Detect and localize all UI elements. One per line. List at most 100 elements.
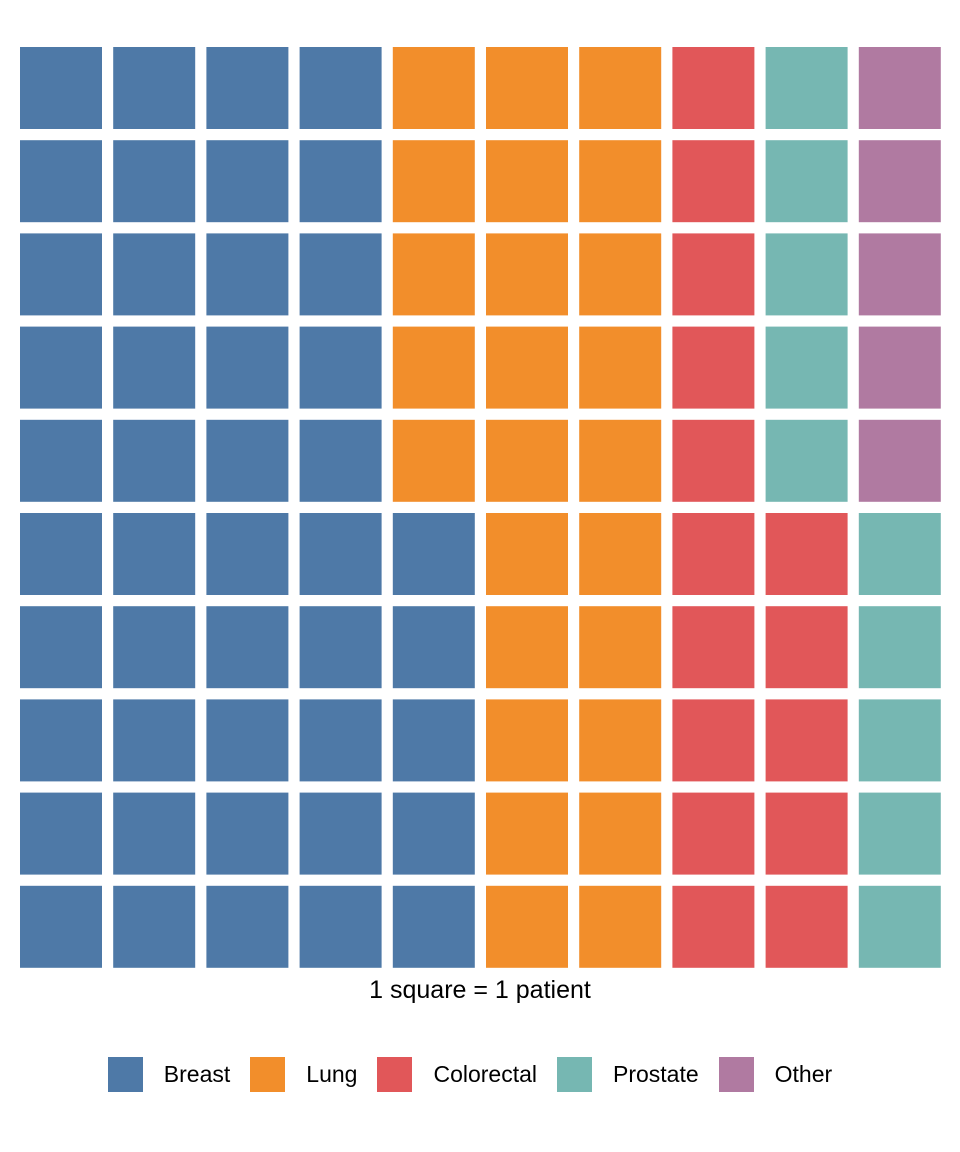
waffle-square-breast: [206, 513, 289, 595]
legend-item-breast: Breast: [107, 1056, 250, 1092]
waffle-square-prostate: [858, 885, 941, 968]
waffle-square-other: [858, 419, 941, 502]
waffle-square-breast: [20, 47, 102, 129]
waffle-square-breast: [113, 419, 196, 502]
waffle-square-breast: [392, 513, 475, 595]
waffle-square-colorectal: [672, 606, 755, 689]
waffle-square-lung: [392, 140, 475, 223]
waffle-square-colorectal: [765, 699, 848, 782]
waffle-square-breast: [206, 326, 289, 409]
waffle-square-other: [858, 326, 941, 409]
waffle-square-colorectal: [765, 513, 848, 595]
waffle-square-breast: [20, 419, 102, 502]
waffle-square-lung: [486, 419, 568, 502]
waffle-square-colorectal: [672, 233, 755, 316]
waffle-square-lung: [579, 47, 662, 129]
waffle-square-lung: [392, 47, 475, 129]
waffle-square-lung: [486, 513, 568, 595]
chart-caption: 1 square = 1 patient: [369, 976, 591, 1004]
legend-label-breast: Breast: [163, 1060, 231, 1087]
waffle-square-prostate: [765, 47, 848, 129]
waffle-square-other: [858, 47, 941, 129]
waffle-square-lung: [392, 326, 475, 409]
waffle-square-prostate: [765, 419, 848, 502]
legend-item-colorectal: Colorectal: [377, 1056, 557, 1092]
waffle-square-breast: [206, 140, 289, 223]
waffle-square-breast: [20, 606, 102, 689]
legend-label-other: Other: [774, 1060, 833, 1087]
waffle-square-breast: [20, 792, 102, 875]
waffle-square-colorectal: [765, 792, 848, 875]
waffle-square-breast: [113, 885, 196, 968]
waffle-square-lung: [486, 233, 568, 316]
waffle-square-prostate: [765, 140, 848, 223]
legend-label-lung: Lung: [306, 1060, 358, 1087]
waffle-square-breast: [299, 606, 382, 689]
waffle-square-colorectal: [672, 513, 755, 595]
waffle-square-lung: [486, 699, 568, 782]
waffle-square-breast: [299, 326, 382, 409]
waffle-square-breast: [206, 885, 289, 968]
waffle-square-lung: [579, 699, 662, 782]
waffle-square-breast: [20, 233, 102, 316]
waffle-square-breast: [20, 326, 102, 409]
waffle-square-breast: [113, 233, 196, 316]
legend-item-prostate: Prostate: [557, 1056, 719, 1092]
waffle-square-breast: [299, 792, 382, 875]
waffle-square-breast: [113, 606, 196, 689]
legend-swatch-colorectal: [377, 1056, 413, 1092]
waffle-square-lung: [579, 419, 662, 502]
waffle-square-breast: [206, 419, 289, 502]
waffle-square-lung: [579, 140, 662, 223]
waffle-square-lung: [579, 885, 662, 968]
waffle-square-lung: [579, 606, 662, 689]
waffle-square-prostate: [858, 699, 941, 782]
waffle-square-colorectal: [672, 140, 755, 223]
waffle-square-breast: [113, 513, 196, 595]
waffle-square-lung: [579, 326, 662, 409]
waffle-square-prostate: [858, 606, 941, 689]
waffle-square-breast: [20, 140, 102, 223]
legend-swatch-other: [718, 1056, 754, 1092]
waffle-square-breast: [299, 885, 382, 968]
waffle-square-lung: [392, 233, 475, 316]
waffle-square-prostate: [765, 233, 848, 316]
waffle-square-breast: [392, 792, 475, 875]
waffle-square-lung: [579, 233, 662, 316]
legend-swatch-breast: [107, 1056, 143, 1092]
waffle-square-breast: [299, 513, 382, 595]
waffle-square-prostate: [858, 513, 941, 595]
waffle-square-colorectal: [672, 47, 755, 129]
waffle-square-colorectal: [672, 792, 755, 875]
waffle-square-other: [858, 140, 941, 223]
waffle-square-colorectal: [672, 699, 755, 782]
waffle-square-prostate: [765, 326, 848, 409]
waffle-chart: [20, 47, 941, 968]
waffle-square-lung: [486, 47, 568, 129]
waffle-square-breast: [113, 699, 196, 782]
legend-swatch-lung: [250, 1056, 286, 1092]
waffle-square-breast: [206, 233, 289, 316]
waffle-square-breast: [299, 47, 382, 129]
waffle-square-breast: [20, 699, 102, 782]
waffle-square-lung: [579, 513, 662, 595]
legend-label-prostate: Prostate: [613, 1060, 699, 1087]
waffle-square-lung: [486, 606, 568, 689]
waffle-square-breast: [392, 606, 475, 689]
waffle-square-breast: [113, 326, 196, 409]
legend-label-colorectal: Colorectal: [433, 1060, 537, 1087]
waffle-square-colorectal: [672, 326, 755, 409]
waffle-square-colorectal: [672, 419, 755, 502]
waffle-square-lung: [392, 419, 475, 502]
waffle-square-breast: [392, 699, 475, 782]
waffle-square-breast: [206, 606, 289, 689]
waffle-square-breast: [206, 47, 289, 129]
waffle-square-breast: [20, 885, 102, 968]
legend-item-lung: Lung: [250, 1056, 377, 1092]
legend-swatch-prostate: [557, 1056, 592, 1092]
waffle-square-colorectal: [765, 606, 848, 689]
waffle-square-colorectal: [672, 885, 755, 968]
waffle-square-lung: [486, 885, 568, 968]
waffle-square-colorectal: [765, 885, 848, 968]
waffle-square-breast: [392, 885, 475, 968]
